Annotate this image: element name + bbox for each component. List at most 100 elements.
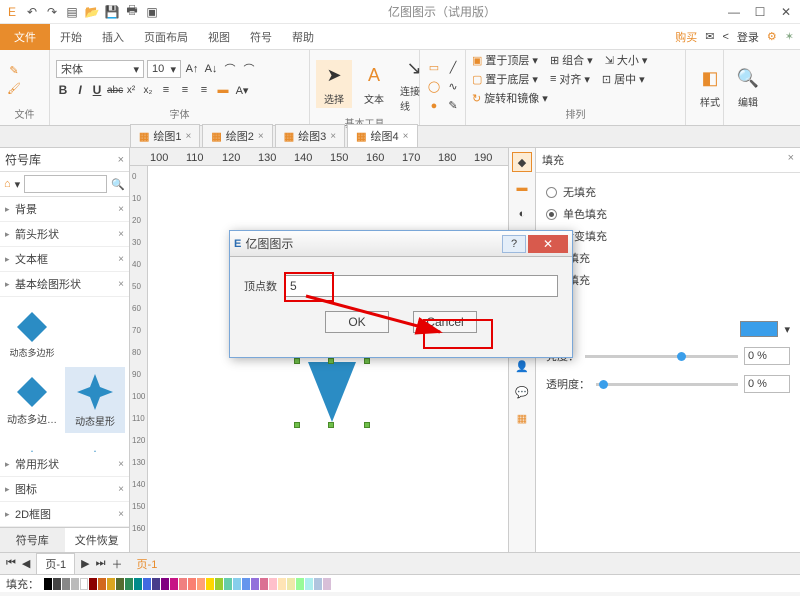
login-link[interactable]: 登录 — [737, 29, 759, 45]
color-chip[interactable] — [188, 578, 196, 590]
color-chip[interactable] — [287, 578, 295, 590]
shape-dynamic-star[interactable]: 动态星形 — [65, 367, 125, 433]
shape-dynamic-polygon[interactable]: 动态多边形 — [2, 301, 62, 367]
menu-insert[interactable]: 插入 — [92, 25, 134, 49]
selection-handles[interactable] — [294, 358, 370, 428]
dialog-help-button[interactable]: ? — [502, 235, 526, 253]
color-chip[interactable] — [260, 578, 268, 590]
maximize-button[interactable]: ☐ — [750, 4, 770, 20]
menu-view[interactable]: 视图 — [198, 25, 240, 49]
layer-tool-icon[interactable]: ▦ — [512, 408, 532, 428]
font-size-select[interactable]: 10▾ — [147, 60, 181, 78]
last-page-icon[interactable]: ⏭ — [96, 557, 106, 570]
tab-recover[interactable]: 文件恢复 — [65, 528, 130, 552]
open-icon[interactable]: 📂 — [84, 4, 100, 20]
select-tool-button[interactable]: ➤ 选择 — [316, 60, 352, 108]
fill-tool-icon[interactable]: ◆ — [512, 152, 532, 172]
brush-icon[interactable]: ✎ — [6, 62, 22, 78]
file-menu[interactable]: 文件 — [0, 24, 50, 50]
decrease-font-icon[interactable]: A↓ — [203, 61, 219, 77]
close-tab-icon[interactable]: × — [403, 131, 409, 142]
color-chip[interactable] — [71, 578, 79, 590]
shape-star-3[interactable] — [65, 433, 125, 452]
opacity-slider[interactable] — [596, 383, 738, 386]
center-button[interactable]: ⊡居中▾ — [602, 71, 645, 87]
vertex-input[interactable] — [285, 275, 558, 297]
color-chip[interactable] — [98, 578, 106, 590]
color-chip[interactable] — [251, 578, 259, 590]
subscript-button[interactable]: x₂ — [141, 85, 155, 96]
align-button[interactable]: ≡对齐▾ — [550, 71, 590, 87]
category-common[interactable]: ▸常用形状× — [0, 452, 129, 477]
close-tab-icon[interactable]: × — [258, 131, 264, 142]
redo-icon[interactable]: ↷ — [44, 4, 60, 20]
page-tab-1a[interactable]: 页-1 — [36, 553, 75, 575]
close-tab-icon[interactable]: × — [330, 131, 336, 142]
increase-font-icon[interactable]: A↑ — [184, 61, 200, 77]
close-tab-icon[interactable]: × — [186, 131, 192, 142]
menu-page-layout[interactable]: 页面布局 — [134, 25, 198, 49]
share-icon[interactable]: < — [722, 31, 728, 43]
apps-icon[interactable]: ✶ — [785, 30, 794, 43]
category-2d[interactable]: ▸2D框图× — [0, 502, 129, 527]
align-text-icon[interactable]: ≡ — [196, 82, 212, 98]
color-chip[interactable] — [305, 578, 313, 590]
category-basic-shapes[interactable]: ▸基本绘图形状× — [0, 272, 129, 297]
color-chip[interactable] — [152, 578, 160, 590]
close-panel-icon[interactable]: × — [788, 152, 794, 168]
doc-tab-3[interactable]: ▦绘图3× — [275, 124, 345, 147]
tab-library[interactable]: 符号库 — [0, 528, 65, 552]
doc-tab-2[interactable]: ▦绘图2× — [202, 124, 272, 147]
color-chip[interactable] — [134, 578, 142, 590]
color-chip[interactable] — [179, 578, 187, 590]
format-painter-icon[interactable]: 🖌 — [6, 80, 22, 96]
next-page-icon[interactable]: ▶ — [81, 557, 89, 570]
close-window-button[interactable]: ✕ — [776, 4, 796, 20]
color-chip[interactable] — [323, 578, 331, 590]
ok-button[interactable]: OK — [325, 311, 389, 333]
cancel-button[interactable]: Cancel — [413, 311, 477, 333]
bold-button[interactable]: B — [56, 83, 70, 97]
shape-pen-icon[interactable]: ✎ — [445, 98, 461, 114]
brightness-slider[interactable] — [585, 355, 738, 358]
superscript-button[interactable]: x² — [124, 85, 138, 96]
doc-tab-4[interactable]: ▦绘图4× — [347, 124, 417, 147]
print-icon[interactable]: 🖶 — [124, 4, 140, 20]
color-chip[interactable] — [314, 578, 322, 590]
color-chip[interactable] — [296, 578, 304, 590]
fill-texture-a-radio[interactable]: 纹变填充 — [546, 247, 790, 269]
save-icon[interactable]: 💾 — [104, 4, 120, 20]
color-chip[interactable] — [161, 578, 169, 590]
color-chip[interactable] — [233, 578, 241, 590]
color-chip[interactable] — [80, 578, 88, 590]
color-chip[interactable] — [215, 578, 223, 590]
underline-button[interactable]: U — [90, 83, 104, 97]
font-name-select[interactable]: 宋体▾ — [56, 60, 144, 78]
color-chip[interactable] — [278, 578, 286, 590]
color-chip[interactable] — [44, 578, 52, 590]
color-chip[interactable] — [107, 578, 115, 590]
size-button[interactable]: ⇲大小▾ — [605, 52, 648, 68]
shape-freeform-icon[interactable]: ∿ — [445, 79, 461, 95]
highlight-icon[interactable]: ▬ — [215, 82, 231, 98]
new-icon[interactable]: ▤ — [64, 4, 80, 20]
fill-gradient-radio[interactable]: 渐变填充 — [546, 225, 790, 247]
shape-star-2[interactable] — [2, 433, 62, 452]
color-swatch[interactable] — [740, 321, 778, 337]
color-chip[interactable] — [53, 578, 61, 590]
color-chip[interactable] — [242, 578, 250, 590]
page-tab-1b[interactable]: 页-1 — [129, 554, 166, 574]
shape-line-icon[interactable]: ╱ — [445, 60, 461, 76]
dropdown-icon[interactable]: ▾ — [15, 178, 21, 191]
curve-text-icon[interactable]: ⌒ — [222, 61, 238, 77]
opacity-value[interactable]: 0 % — [744, 375, 790, 393]
undo-icon[interactable]: ↶ — [24, 4, 40, 20]
settings-icon[interactable]: ⚙ — [767, 30, 777, 43]
home-icon[interactable]: ⌂ — [4, 178, 11, 190]
close-panel-icon[interactable]: × — [118, 154, 124, 166]
curve-text2-icon[interactable]: ⌒ — [241, 61, 257, 77]
color-chip[interactable] — [116, 578, 124, 590]
menu-symbol[interactable]: 符号 — [240, 25, 282, 49]
color-chip[interactable] — [224, 578, 232, 590]
first-page-icon[interactable]: ⏮ — [6, 557, 16, 570]
